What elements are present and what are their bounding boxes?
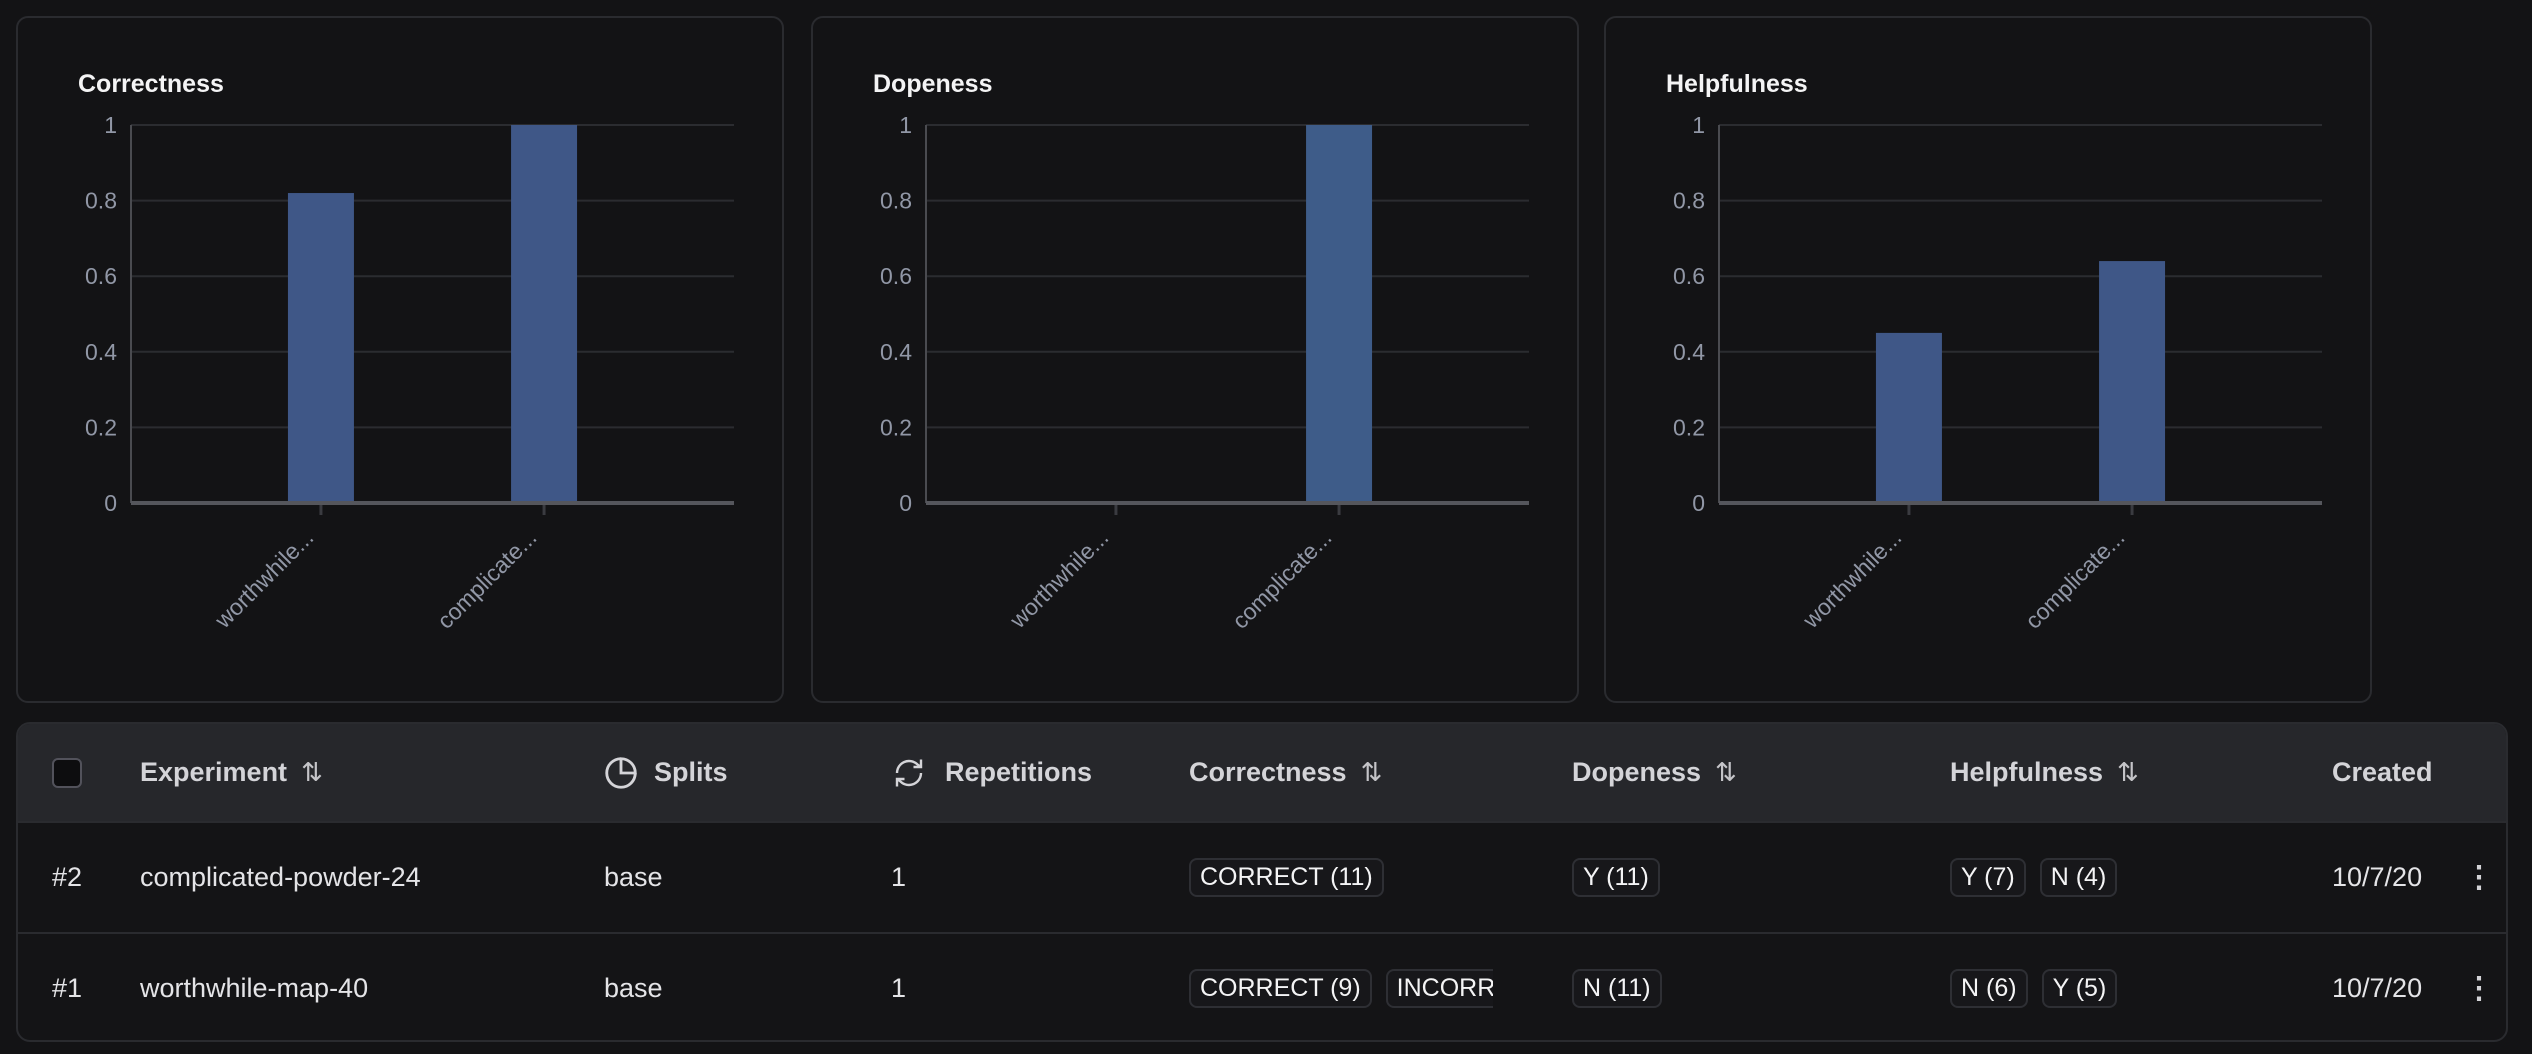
row-menu-icon[interactable]: ⋮	[2464, 823, 2494, 932]
score-badge: Y (5)	[2041, 969, 2118, 1008]
y-tick-label: 0.8	[85, 188, 117, 214]
score-badge: N (11)	[1572, 969, 1662, 1008]
dopeness-cell: Y (11)	[1572, 823, 1674, 932]
repetitions-value: 1	[891, 973, 907, 1003]
x-tick-label: complicate...	[2020, 524, 2130, 634]
helpfulness-cell: N (6) Y (5)	[1950, 934, 2131, 1040]
y-tick-label: 0.4	[880, 339, 912, 365]
pie-chart-icon	[605, 756, 637, 789]
score-badge: CORRECT (9)	[1189, 969, 1372, 1008]
sort-icon[interactable]: ⇅	[301, 757, 323, 788]
table-header: Experiment ⇅ Splits Repetitions Correctne…	[18, 724, 2506, 821]
table-row[interactable]: #2 complicated-powder-24 base 1 CORRECT …	[18, 821, 2506, 932]
splits-value: base	[604, 973, 663, 1003]
header-dopeness[interactable]: Dopeness ⇅	[1572, 724, 1737, 821]
sort-icon[interactable]: ⇅	[1715, 757, 1737, 788]
bar-chart: 0 0.2 0.4 0.6 0.8 1 worthwhile... complicate...	[85, 112, 734, 634]
created-date: 10/7/20	[2332, 862, 2423, 892]
experiments-table: Experiment ⇅ Splits Repetitions Correctne…	[16, 722, 2508, 1042]
experiment-name[interactable]: worthwhile-map-40	[140, 934, 368, 1040]
bar	[2099, 261, 2166, 503]
header-label: Dopeness	[1572, 757, 1702, 787]
bar	[287, 193, 354, 504]
x-tick-label: worthwhile...	[1004, 524, 1113, 633]
x-tick-label: complicate...	[432, 524, 542, 634]
helpfulness-cell: Y (7) N (4)	[1950, 823, 2131, 932]
table-row[interactable]: #1 worthwhile-map-40 base 1 CORRECT (9) I…	[18, 932, 2506, 1040]
y-tick-label: 0	[1692, 490, 1705, 516]
sort-icon[interactable]: ⇅	[2117, 757, 2139, 788]
bar	[1875, 332, 1942, 503]
header-label: Repetitions	[945, 757, 1093, 787]
bar	[511, 125, 578, 503]
score-badge: Y (7)	[1950, 858, 2026, 897]
created-date: 10/7/20	[2332, 973, 2423, 1003]
y-tick-label: 0.2	[880, 414, 912, 440]
y-tick-label: 0	[899, 490, 912, 516]
chart-card-correctness: Correctness 0 0.2 0.4 0.6 0.8 1 worthwhile... co…	[16, 16, 784, 703]
y-tick-label: 0.6	[1673, 263, 1705, 289]
header-experiment[interactable]: Experiment ⇅	[140, 724, 323, 821]
refresh-icon	[895, 759, 923, 786]
header-label: Helpfulness	[1950, 757, 2104, 787]
select-all-cell	[52, 724, 82, 821]
bar-chart: 0 0.2 0.4 0.6 0.8 1 worthwhile... complicate...	[1673, 112, 2322, 634]
experiment-name[interactable]: complicated-powder-24	[140, 823, 421, 932]
y-tick-label: 1	[104, 112, 117, 138]
y-tick-label: 0.2	[85, 414, 117, 440]
sort-icon[interactable]: ⇅	[1361, 757, 1383, 788]
score-badge: N (4)	[2039, 858, 2118, 897]
header-created[interactable]: Created	[2332, 724, 2446, 821]
y-tick-label: 0.8	[1673, 188, 1705, 214]
bar	[1306, 125, 1373, 503]
header-label: Correctness	[1189, 757, 1347, 787]
header-splits: Splits	[602, 724, 728, 821]
x-tick-label: worthwhile...	[1797, 524, 1906, 633]
y-tick-label: 0.2	[1673, 414, 1705, 440]
y-tick-label: 0.4	[85, 339, 117, 365]
x-tick-label: worthwhile...	[209, 524, 318, 633]
header-repetitions: Repetitions	[891, 724, 1092, 821]
score-badge: Y (11)	[1572, 858, 1660, 897]
header-label: Experiment	[140, 757, 288, 787]
row-id: #1	[52, 973, 83, 1003]
header-label: Splits	[654, 757, 728, 787]
x-tick-label: complicate...	[1227, 524, 1337, 634]
y-tick-label: 0	[104, 490, 117, 516]
row-id: #2	[52, 862, 83, 892]
chart-card-dopeness: Dopeness 0 0.2 0.4 0.6 0.8 1 worthwhile... compl…	[811, 16, 1579, 703]
y-tick-label: 1	[899, 112, 912, 138]
y-tick-label: 0.6	[85, 263, 117, 289]
score-badge: INCORRECT	[1385, 969, 1493, 1008]
y-tick-label: 1	[1692, 112, 1705, 138]
correctness-cell: CORRECT (9) INCORRECT	[1189, 934, 1493, 1040]
repetitions-value: 1	[891, 862, 907, 892]
header-correctness[interactable]: Correctness ⇅	[1189, 724, 1382, 821]
correctness-cell: CORRECT (11)	[1189, 823, 1493, 932]
bar-chart: 0 0.2 0.4 0.6 0.8 1 worthwhile... complicate...	[880, 112, 1529, 634]
chart-card-helpfulness: Helpfulness 0 0.2 0.4 0.6 0.8 1 worthwhile... co…	[1604, 16, 2372, 703]
header-helpfulness[interactable]: Helpfulness ⇅	[1950, 724, 2139, 821]
score-badge: N (6)	[1950, 969, 2028, 1008]
y-tick-label: 0.8	[880, 188, 912, 214]
dopeness-cell: N (11)	[1572, 934, 1676, 1040]
y-tick-label: 0.4	[1673, 339, 1705, 365]
score-badge: CORRECT (11)	[1189, 858, 1384, 897]
header-label: Created	[2332, 757, 2433, 787]
select-all-checkbox[interactable]	[52, 757, 82, 788]
y-tick-label: 0.6	[880, 263, 912, 289]
splits-value: base	[604, 862, 663, 892]
row-menu-icon[interactable]: ⋮	[2464, 934, 2494, 1040]
